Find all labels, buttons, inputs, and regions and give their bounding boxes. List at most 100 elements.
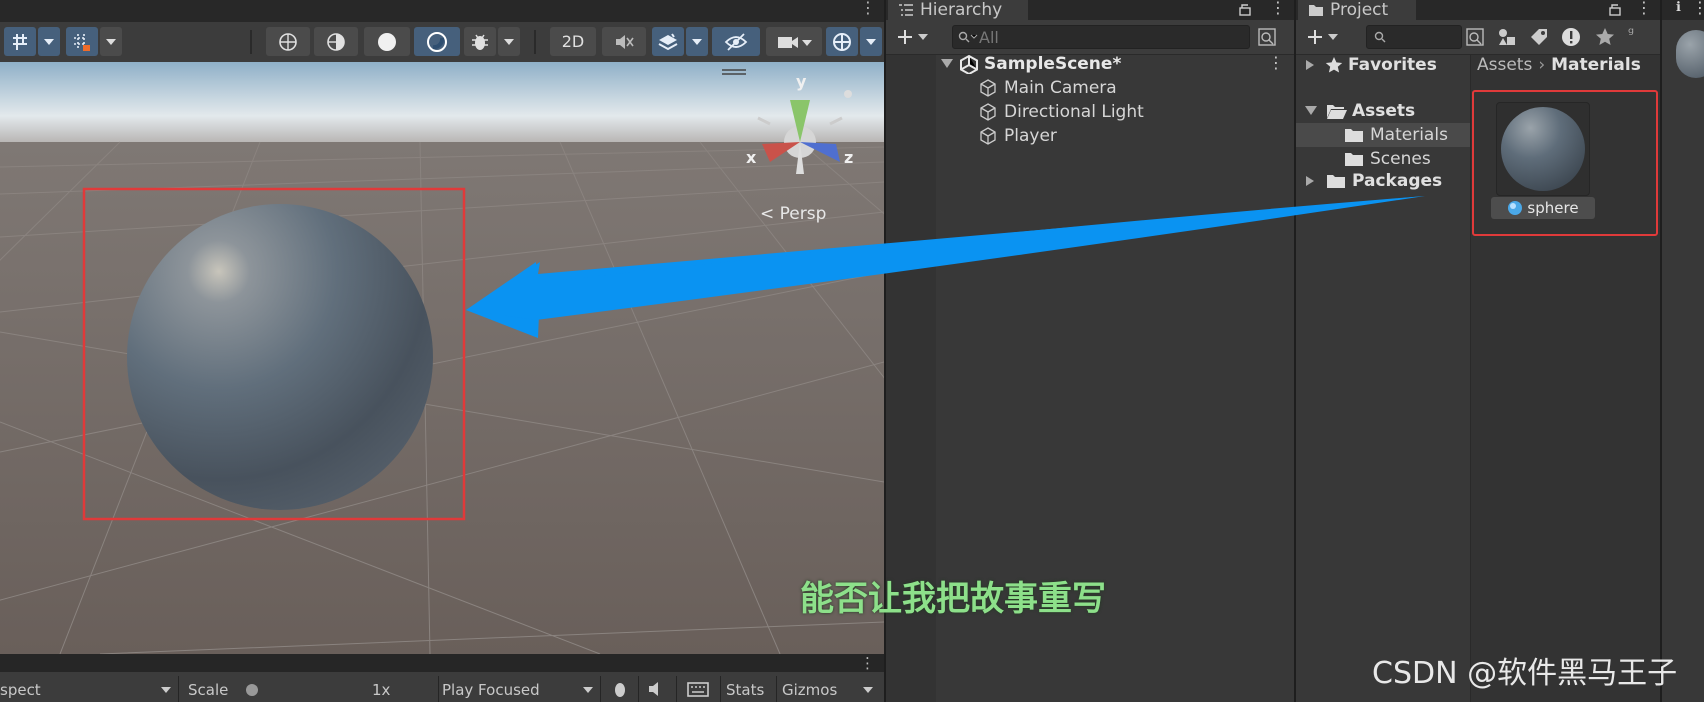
game-toolbar: spect Scale 1x Play Focused Stats Gizmos: [0, 672, 884, 702]
breadcrumb-separator-icon: ›: [1538, 55, 1546, 75]
aspect-dropdown-icon[interactable]: [160, 686, 172, 694]
hierarchy-list-icon: [899, 4, 913, 16]
project-toolbar: ᵍ: [1296, 20, 1660, 55]
scene-camera-icon[interactable]: [766, 27, 822, 56]
chevron-down-icon: [918, 34, 928, 40]
scene-more-icon[interactable]: ⋮: [860, 0, 876, 20]
project-tab[interactable]: Project: [1298, 0, 1416, 20]
tree-label: Scenes: [1370, 149, 1431, 169]
scene-viewport[interactable]: y x z < Persp: [0, 62, 884, 654]
chevron-down-icon: [1328, 34, 1338, 40]
search-by-type-icon[interactable]: [1256, 26, 1278, 48]
hierarchy-item-player[interactable]: Player: [978, 124, 1057, 148]
hierarchy-item-label: Main Camera: [1004, 78, 1117, 98]
lock-icon[interactable]: [1238, 2, 1252, 16]
star-favorite-icon[interactable]: [1594, 26, 1616, 48]
grid-snap-icon[interactable]: [66, 27, 98, 56]
hierarchy-item-label: Player: [1004, 126, 1057, 146]
warning-filter-icon[interactable]: [1560, 26, 1582, 48]
game-tab-strip: ⋮: [0, 654, 884, 672]
csdn-watermark: CSDN @软件黑马王子: [1372, 656, 1678, 691]
audio-mute-icon[interactable]: [602, 27, 646, 56]
scene-tab-strip: ⋮: [0, 0, 884, 22]
transform-dropdown-icon[interactable]: [38, 27, 60, 56]
star-icon: [1325, 57, 1343, 73]
effects-dropdown-icon[interactable]: [686, 27, 708, 56]
scene-name: SampleScene*: [984, 54, 1122, 74]
sphere-object[interactable]: [127, 204, 433, 510]
folder-icon: [1309, 5, 1323, 16]
2d-toggle-button[interactable]: 2D: [550, 27, 596, 56]
filter-by-label-icon[interactable]: [1528, 26, 1550, 48]
collapse-arrow-icon[interactable]: [1304, 175, 1316, 187]
project-add-button[interactable]: [1306, 26, 1346, 48]
hierarchy-search-input[interactable]: All: [952, 25, 1250, 49]
collapse-arrow-icon[interactable]: [1304, 59, 1316, 71]
gizmo-z-label: z: [844, 148, 854, 167]
filter-by-type-icon[interactable]: [1496, 26, 1518, 48]
effects-toggle-icon[interactable]: [652, 27, 684, 56]
game-more-icon[interactable]: ⋮: [860, 654, 875, 672]
persp-label[interactable]: < Persp: [760, 204, 826, 224]
debug-draw-mode-icon[interactable]: [464, 27, 496, 56]
gizmos-dropdown-icon[interactable]: [860, 27, 882, 56]
scale-slider-handle[interactable]: [246, 684, 258, 696]
hierarchy-add-button[interactable]: [896, 26, 936, 48]
keyboard-icon[interactable]: [686, 680, 710, 698]
scene-more-menu-icon[interactable]: ⋮: [1268, 53, 1284, 72]
search-by-type-icon[interactable]: [1464, 26, 1486, 48]
tree-scenes[interactable]: Scenes: [1344, 147, 1431, 171]
inspector-more-icon[interactable]: ⋮: [1692, 0, 1704, 17]
grid-snap-dropdown-icon[interactable]: [100, 27, 122, 56]
tree-materials[interactable]: Materials: [1344, 123, 1448, 147]
scene-root-row[interactable]: SampleScene* ⋮: [940, 52, 1290, 76]
tree-favorites[interactable]: Favorites: [1304, 53, 1437, 77]
expand-arrow-icon[interactable]: [940, 58, 954, 70]
wireframe-shading-icon[interactable]: [266, 27, 310, 56]
bug-icon[interactable]: [610, 680, 630, 698]
info-icon[interactable]: ℹ: [1676, 0, 1690, 15]
project-tab-label: Project: [1330, 0, 1389, 20]
play-mode-dropdown-icon[interactable]: [582, 686, 594, 694]
lock-icon[interactable]: [1608, 2, 1622, 16]
gameobject-cube-icon: [980, 103, 996, 121]
breadcrumb-current: Materials: [1551, 55, 1641, 75]
hierarchy-tab-label: Hierarchy: [920, 0, 1003, 20]
folder-icon: [1345, 153, 1363, 166]
scale-value: 1x: [372, 681, 391, 699]
tree-label: Packages: [1352, 171, 1443, 191]
play-mode-dropdown[interactable]: Play Focused: [442, 678, 540, 702]
expand-arrow-icon[interactable]: [1304, 105, 1318, 117]
shaded-icon[interactable]: [364, 27, 410, 56]
transform-tool-icon[interactable]: [4, 27, 36, 56]
hidden-packages-icon[interactable]: ᵍ: [1628, 24, 1634, 42]
shaded-wireframe-icon[interactable]: [314, 27, 358, 56]
scene-visibility-icon[interactable]: [712, 27, 760, 56]
aspect-dropdown[interactable]: spect: [0, 678, 41, 702]
inspector-preview-icon: [1676, 30, 1704, 78]
folder-icon: [1345, 129, 1363, 142]
project-more-icon[interactable]: ⋮: [1636, 0, 1652, 17]
unity-scene-icon: [960, 54, 978, 74]
scene-toolbar: 2D: [0, 22, 884, 63]
debug-draw-dropdown-icon[interactable]: [498, 27, 520, 56]
open-folder-icon: [1327, 105, 1347, 119]
gizmos-button[interactable]: Gizmos: [782, 678, 837, 702]
gizmos-game-dropdown-icon[interactable]: [862, 686, 874, 694]
search-placeholder: All: [979, 27, 999, 47]
project-search-input[interactable]: [1366, 25, 1462, 49]
breadcrumb-root[interactable]: Assets: [1477, 55, 1532, 75]
mute-audio-icon[interactable]: [646, 680, 668, 698]
hierarchy-more-icon[interactable]: ⋮: [1270, 0, 1286, 17]
hierarchy-item-main-camera[interactable]: Main Camera: [978, 76, 1117, 100]
tree-packages[interactable]: Packages: [1304, 169, 1442, 193]
video-subtitle: 能否让我把故事重写: [800, 579, 1106, 619]
gizmos-toggle-icon[interactable]: [826, 27, 858, 56]
unlit-shading-icon[interactable]: [414, 27, 460, 56]
project-folder-tree: Favorites Assets Materials Scenes Packag…: [1296, 55, 1471, 702]
hierarchy-tab[interactable]: Hierarchy: [888, 0, 1028, 20]
tree-assets[interactable]: Assets: [1304, 99, 1415, 123]
tree-label: Assets: [1352, 101, 1416, 121]
hierarchy-item-directional-light[interactable]: Directional Light: [978, 100, 1144, 124]
stats-button[interactable]: Stats: [726, 678, 764, 702]
